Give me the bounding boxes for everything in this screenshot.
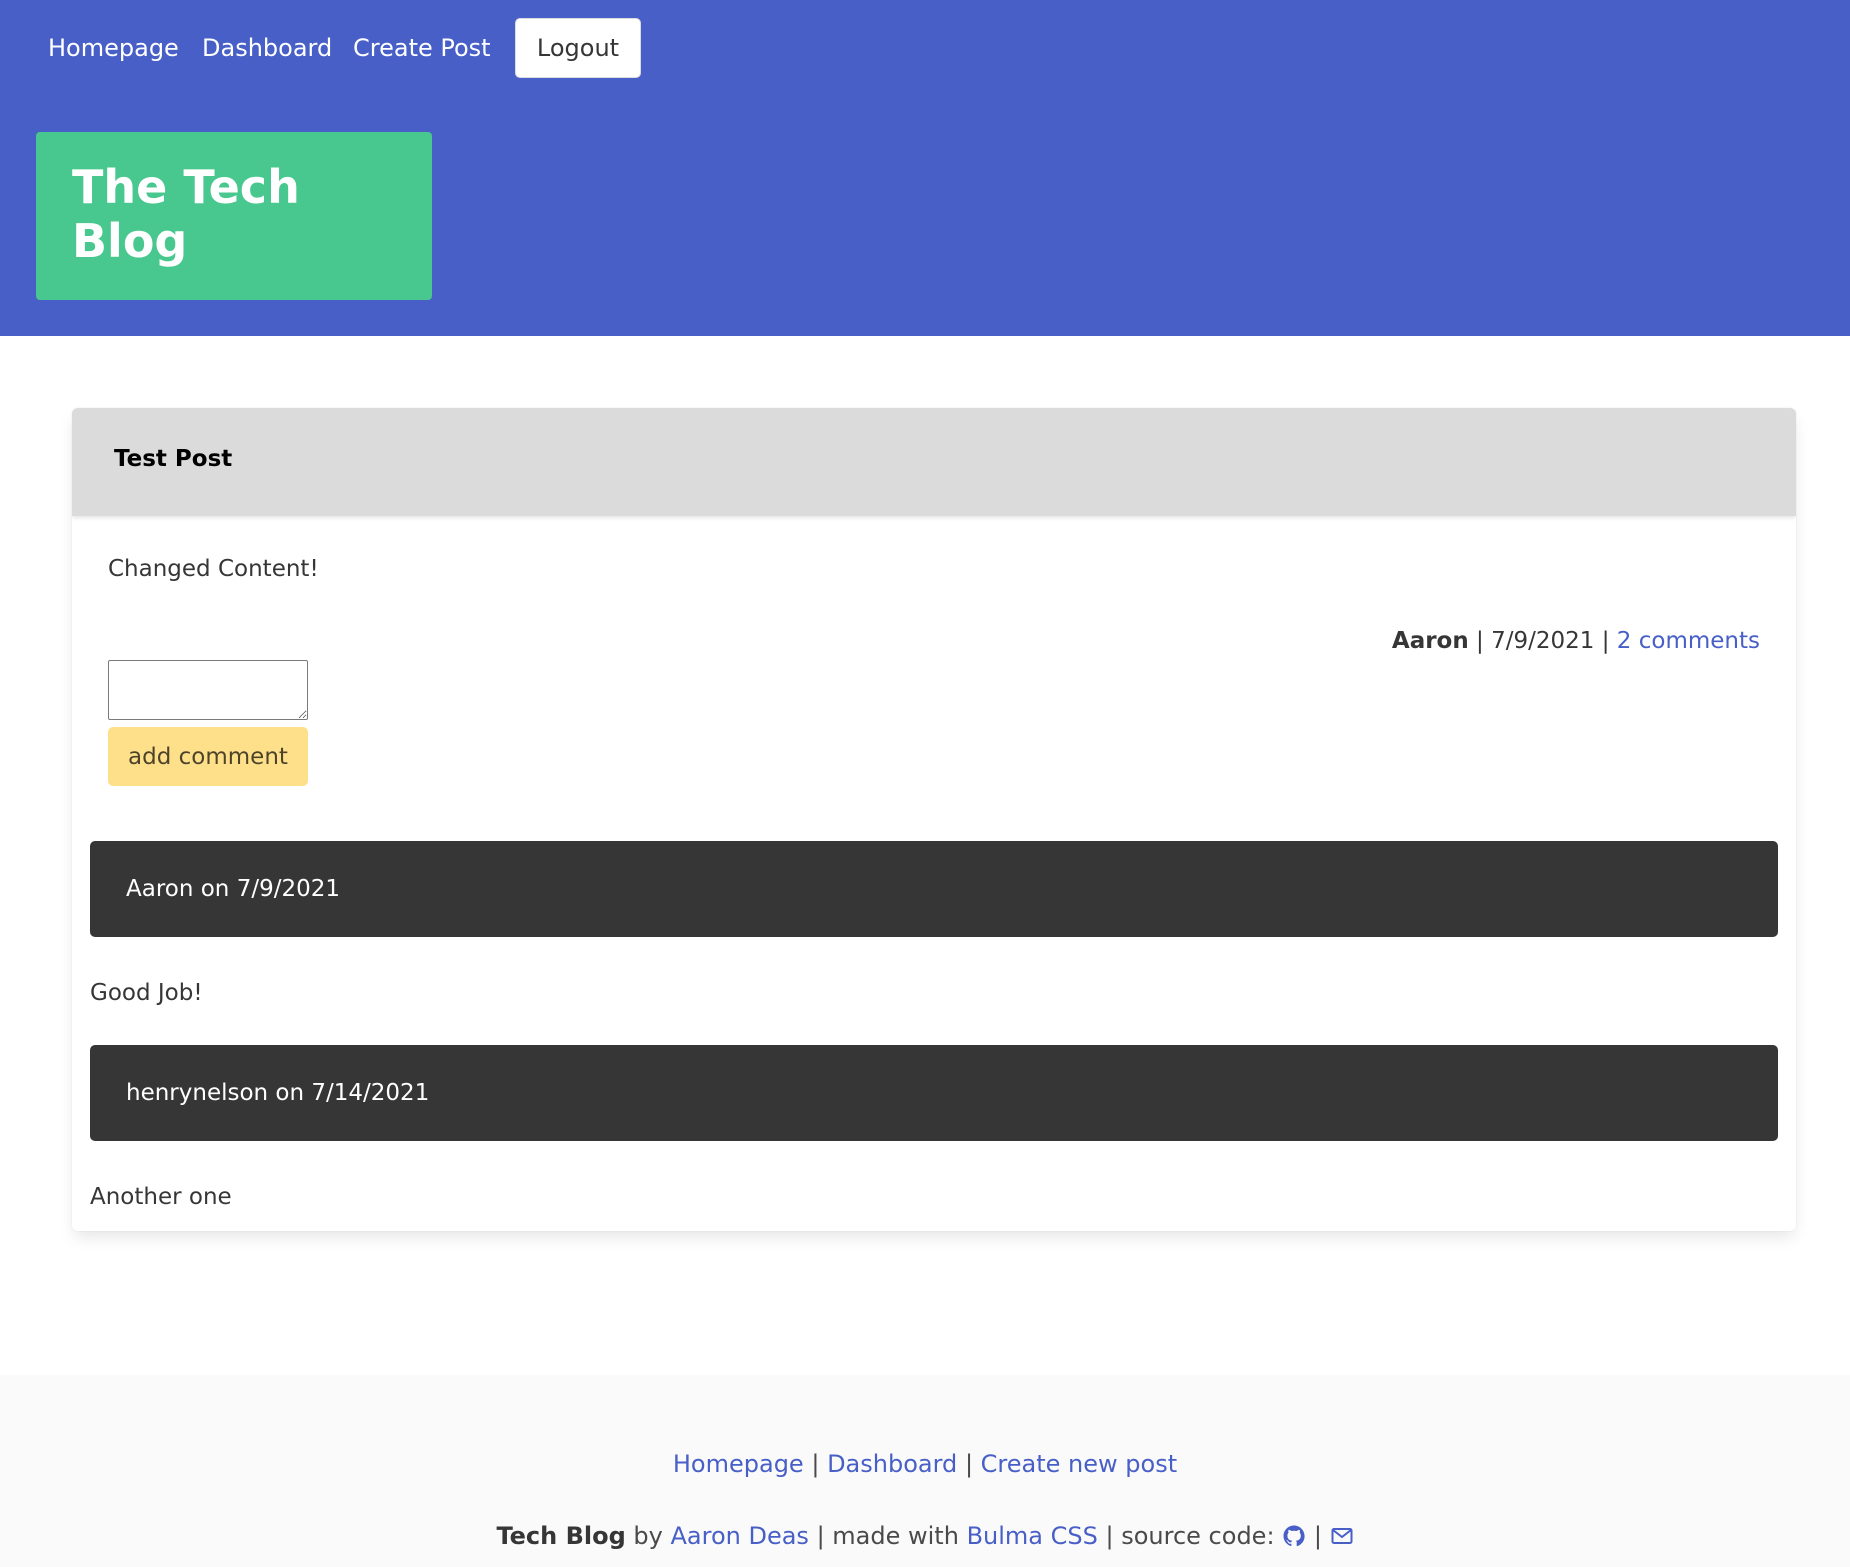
post-content: Changed Content! bbox=[108, 556, 319, 582]
footer-bulma-link[interactable]: Bulma CSS bbox=[967, 1522, 1098, 1550]
footer-dashboard-link[interactable]: Dashboard bbox=[827, 1450, 957, 1478]
meta-separator: | bbox=[1476, 628, 1484, 654]
github-link[interactable] bbox=[1282, 1522, 1314, 1550]
post-author: Aaron bbox=[1391, 628, 1469, 654]
nav-dashboard-link[interactable]: Dashboard bbox=[202, 30, 332, 66]
logout-button[interactable]: Logout bbox=[515, 18, 641, 78]
comment-body: Good Job! bbox=[90, 980, 203, 1006]
footer-made-with-text: | made with bbox=[816, 1522, 959, 1550]
hero-banner: Homepage Dashboard Create Post Logout Th… bbox=[0, 0, 1850, 336]
comments-count-link[interactable]: 2 comments bbox=[1617, 628, 1760, 654]
footer-separator: | bbox=[964, 1450, 974, 1478]
post-date: 7/9/2021 bbox=[1491, 628, 1595, 654]
comment-body: Another one bbox=[90, 1184, 232, 1210]
post-meta: Aaron | 7/9/2021 | 2 comments bbox=[1392, 628, 1760, 654]
footer: Homepage | Dashboard | Create new post T… bbox=[0, 1375, 1850, 1567]
comment-textarea[interactable] bbox=[108, 660, 308, 720]
comment-header: henrynelson on 7/14/2021 bbox=[90, 1045, 1778, 1141]
footer-separator: | bbox=[1313, 1522, 1322, 1550]
footer-source-code-text: | source code: bbox=[1105, 1522, 1275, 1550]
post-card: Test Post Changed Content! Aaron | 7/9/2… bbox=[72, 408, 1796, 1231]
meta-separator: | bbox=[1601, 628, 1610, 654]
email-link[interactable] bbox=[1330, 1522, 1354, 1550]
footer-author-link[interactable]: Aaron Deas bbox=[670, 1522, 808, 1550]
comment-header: Aaron on 7/9/2021 bbox=[90, 841, 1778, 937]
nav-homepage-link[interactable]: Homepage bbox=[48, 30, 179, 66]
post-title: Test Post bbox=[114, 446, 233, 472]
github-icon bbox=[1283, 1525, 1305, 1547]
footer-site-name: Tech Blog bbox=[496, 1522, 626, 1550]
comment-author-date: henrynelson on 7/14/2021 bbox=[126, 1080, 430, 1106]
nav-create-post-link[interactable]: Create Post bbox=[353, 30, 491, 66]
envelope-icon bbox=[1331, 1528, 1353, 1544]
footer-create-post-link[interactable]: Create new post bbox=[981, 1450, 1177, 1478]
footer-separator: | bbox=[811, 1450, 820, 1478]
footer-by-text: by bbox=[633, 1522, 663, 1550]
comment-author-date: Aaron on 7/9/2021 bbox=[126, 876, 340, 902]
site-title: The Tech Blog bbox=[72, 160, 300, 268]
add-comment-button[interactable]: add comment bbox=[108, 727, 308, 786]
brand-box: The Tech Blog bbox=[36, 132, 432, 300]
post-card-header: Test Post bbox=[72, 408, 1796, 516]
footer-nav: Homepage | Dashboard | Create new post bbox=[0, 1450, 1850, 1478]
footer-credits: Tech Blog by Aaron Deas | made with Bulm… bbox=[0, 1522, 1850, 1550]
footer-homepage-link[interactable]: Homepage bbox=[673, 1450, 804, 1478]
